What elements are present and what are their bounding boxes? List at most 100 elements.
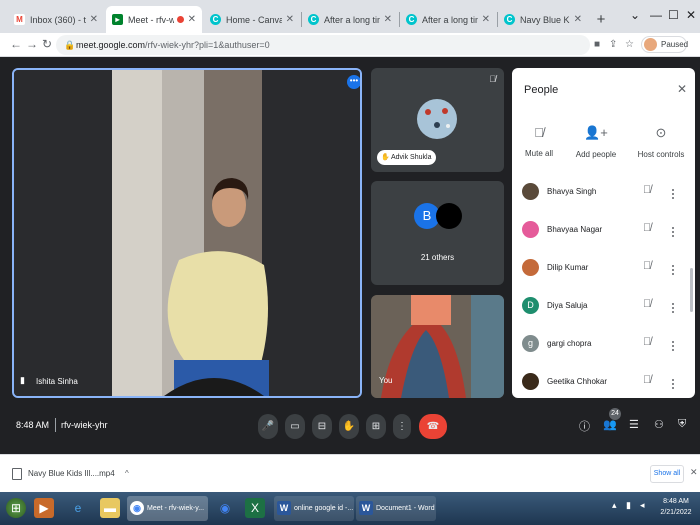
taskbar-item-label: online google id -... — [294, 505, 354, 512]
start-button[interactable]: ⊞ — [6, 498, 26, 518]
more-options-icon[interactable] — [670, 378, 676, 392]
close-icon[interactable]: ✕ — [690, 467, 698, 478]
taskbar-item-word-1[interactable]: W online google id -... — [274, 496, 354, 521]
self-video-tile[interactable]: You — [371, 295, 504, 398]
close-window-button[interactable]: ✕ — [686, 8, 696, 22]
mic-off-icon[interactable]: 🎙̸ — [643, 260, 651, 272]
close-tab-icon[interactable]: ✕ — [90, 14, 98, 25]
mic-off-icon[interactable]: 🎙̸ — [643, 336, 651, 348]
mic-off-icon[interactable]: 🎙̸ — [643, 374, 651, 386]
reload-icon[interactable]: ↻ — [42, 37, 52, 51]
avatar — [522, 183, 539, 200]
tray-network-icon[interactable]: ▮ — [626, 500, 631, 511]
end-call-button[interactable]: ☎ — [419, 414, 447, 439]
maximize-button[interactable]: ☐ — [668, 8, 679, 22]
internet-explorer-icon[interactable]: e — [68, 498, 88, 518]
present-button[interactable]: ⊞ — [366, 414, 386, 439]
more-options-icon[interactable] — [670, 188, 676, 202]
camera-button[interactable]: ▭ — [285, 414, 305, 439]
mic-off-icon[interactable]: 🎙̸ — [643, 298, 651, 310]
tray-up-arrow-icon[interactable]: ▴ — [612, 500, 617, 511]
forward-icon[interactable]: → — [26, 37, 38, 51]
share-icon[interactable]: ⇪ — [609, 39, 617, 50]
excel-icon[interactable]: X — [245, 498, 265, 518]
camera-in-use-icon[interactable]: ■ — [594, 39, 600, 50]
taskbar-item-meet[interactable]: ◉ Meet - rfv-wiek-y... — [127, 496, 208, 521]
file-explorer-icon[interactable]: ▬ — [100, 498, 120, 518]
present-icon: ⊞ — [371, 421, 381, 432]
list-item[interactable]: g gargi chopra 🎙̸ — [512, 328, 695, 366]
bookmark-star-icon[interactable]: ☆ — [625, 39, 634, 50]
download-item[interactable]: Navy Blue Kids Ill....mp4 ^ — [10, 465, 129, 483]
clock[interactable]: 8:48 AM 2/21/2022 — [656, 496, 696, 518]
avatar — [436, 203, 462, 229]
mute-all-button[interactable]: 🎙̸ Mute all — [524, 125, 554, 158]
mic-off-icon[interactable]: 🎙̸ — [643, 222, 651, 234]
profile-button[interactable]: Paused — [641, 36, 688, 53]
close-icon[interactable]: ✕ — [677, 82, 687, 96]
participant-name: Geetika Chhokar — [547, 377, 608, 386]
new-tab-button[interactable]: + — [592, 11, 610, 29]
tab-gmail[interactable]: M Inbox (360) - tarannum ✕ — [8, 6, 104, 33]
tile-name: You — [379, 376, 393, 385]
others-tile[interactable]: B 21 others — [371, 181, 504, 285]
participant-tile-advik[interactable]: 🎙̸ ✋ Advik Shukla — [371, 68, 504, 172]
close-tab-icon[interactable]: ✕ — [482, 14, 490, 25]
close-tab-icon[interactable]: ✕ — [574, 14, 582, 25]
browser-toolbar: ← → ↻ 🔒 meet.google.com/rfv-wiek-yhr?pli… — [0, 33, 700, 57]
close-tab-icon[interactable]: ✕ — [286, 14, 294, 25]
chevron-up-icon[interactable]: ^ — [125, 469, 129, 478]
mic-icon: 🎤 — [261, 421, 275, 432]
taskbar-item-word-2[interactable]: W Document1 - Word — [356, 496, 436, 521]
more-options-button[interactable]: ⋮ — [393, 414, 411, 439]
mic-off-icon[interactable]: 🎙̸ — [643, 184, 651, 196]
add-person-icon: 👤+ — [584, 125, 608, 140]
activities-icon[interactable]: ⚇ — [654, 418, 664, 431]
more-options-icon[interactable] — [670, 340, 676, 354]
more-options-icon[interactable] — [670, 302, 676, 316]
close-tab-icon[interactable]: ✕ — [188, 14, 196, 25]
tab-canva-design-3[interactable]: C Navy Blue Kids Illustrat ✕ — [498, 6, 588, 33]
main-video-tile[interactable]: ••• ▮ Ishita Sinha — [12, 68, 362, 398]
list-item[interactable]: Dilip Kumar 🎙̸ — [512, 252, 695, 290]
list-item[interactable]: Geetika Chhokar 🎙̸ — [512, 366, 695, 398]
list-item[interactable]: Bhavya Singh 🎙̸ — [512, 176, 695, 214]
minimize-button[interactable]: — — [650, 8, 662, 22]
tab-canva-design-1[interactable]: C After a long time our st ✕ — [302, 6, 398, 33]
action-label: Host controls — [637, 150, 685, 159]
action-label: Mute all — [524, 149, 553, 158]
list-item[interactable]: D Diya Saluja 🎙̸ — [512, 290, 695, 328]
captions-button[interactable]: ⊟ — [312, 414, 332, 439]
pin-icon[interactable]: ▮ — [20, 375, 25, 386]
tab-search-icon[interactable]: ⌄ — [630, 8, 640, 22]
tile-options-icon[interactable]: ••• — [347, 75, 360, 89]
chat-icon[interactable]: ☰ — [629, 418, 639, 431]
participant-name: Bhavyaa Nagar — [547, 225, 603, 234]
meeting-code: rfv-wiek-yhr — [61, 420, 108, 430]
chrome-icon[interactable]: ◉ — [215, 498, 235, 518]
address-bar[interactable]: 🔒 meet.google.com/rfv-wiek-yhr?pli=1&aut… — [56, 35, 590, 55]
add-people-button[interactable]: 👤+ Add people — [574, 125, 618, 159]
downloads-bar: Navy Blue Kids Ill....mp4 ^ Show all ✕ — [0, 454, 700, 492]
meeting-details-icon[interactable]: ⓘ — [579, 418, 590, 434]
captions-icon: ⊟ — [317, 421, 327, 432]
tile-name: Ishita Sinha — [36, 377, 78, 386]
url-host: meet.google.com — [76, 40, 146, 50]
tray-volume-icon[interactable]: ◂ — [640, 500, 645, 511]
list-item[interactable]: Bhavyaa Nagar 🎙̸ — [512, 214, 695, 252]
host-controls-icon[interactable]: ⛨ — [678, 418, 686, 431]
back-icon[interactable]: ← — [10, 37, 22, 51]
tab-canva-design-2[interactable]: C After a long time our st ✕ — [400, 6, 496, 33]
close-tab-icon[interactable]: ✕ — [384, 14, 392, 25]
more-options-icon[interactable] — [670, 264, 676, 278]
mic-button[interactable]: 🎤 — [258, 414, 278, 439]
avatar: g — [522, 335, 539, 352]
scrollbar[interactable] — [690, 268, 693, 312]
tab-canva-home[interactable]: C Home - Canva ✕ — [204, 6, 300, 33]
host-controls-button[interactable]: ⊙ Host controls — [636, 125, 686, 159]
show-all-button[interactable]: Show all — [650, 465, 684, 483]
tab-meet[interactable]: ▸ Meet - rfv-wiek-yhr ✕ — [106, 6, 202, 33]
more-options-icon[interactable] — [670, 226, 676, 240]
raise-hand-button[interactable]: ✋ — [339, 414, 359, 439]
media-player-icon[interactable]: ▶ — [34, 498, 54, 518]
